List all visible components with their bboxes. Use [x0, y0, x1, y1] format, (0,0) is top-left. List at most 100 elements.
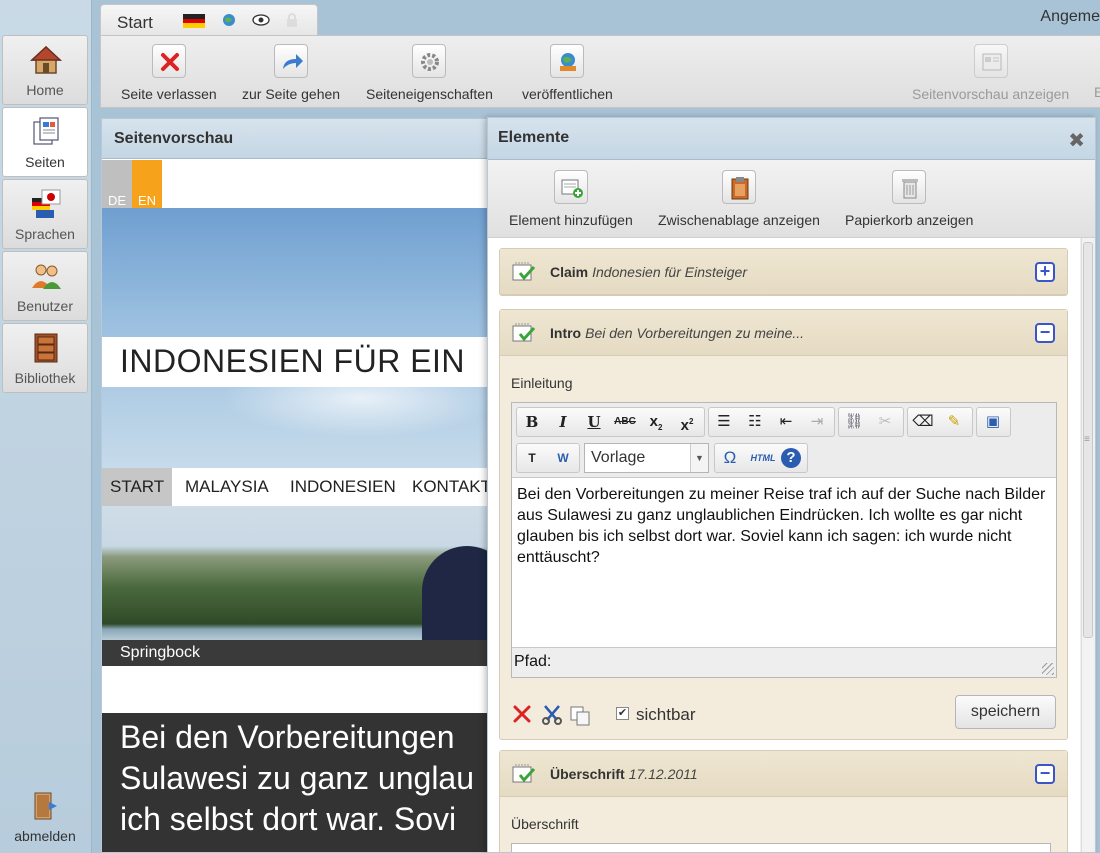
resize-handle-icon[interactable] [1042, 663, 1054, 675]
underline-icon[interactable]: U [582, 411, 606, 433]
card-title: Claim Indonesien für Einsteiger [550, 264, 747, 280]
close-icon[interactable]: ✖ [1068, 128, 1085, 153]
toolbar-truncated-label: E [1094, 84, 1100, 100]
paste-word-icon[interactable]: W [551, 447, 575, 469]
scrollbar[interactable]: ≡ [1081, 238, 1093, 852]
indent-icon[interactable]: ⇥ [805, 411, 829, 433]
subscript-icon[interactable]: x2 [644, 411, 668, 433]
copy-icon[interactable] [569, 705, 591, 727]
globe-icon[interactable] [221, 12, 237, 28]
house-icon [30, 45, 62, 74]
icon-box [274, 44, 309, 78]
german-flag-icon[interactable] [183, 14, 205, 28]
nav-item-malaysia[interactable]: MALAYSIA [177, 468, 277, 506]
save-button[interactable]: speichern [955, 695, 1056, 729]
gear-icon [421, 53, 440, 71]
paste-text-icon[interactable]: T [520, 447, 544, 469]
logout-button[interactable]: abmelden [0, 790, 90, 844]
publish-globe-icon [560, 53, 577, 71]
toolbar-button-label: Seiteneigenschaften [366, 86, 493, 102]
add-element-icon [561, 179, 583, 198]
language-de-link[interactable]: DE [102, 160, 132, 208]
card-header[interactable]: Überschrift 17.12.2011 − [500, 751, 1067, 797]
italic-icon[interactable]: I [551, 411, 575, 433]
caption-text: Springbock [120, 644, 201, 661]
format-group: B I U ABC x2 x2 [516, 407, 705, 437]
card-subtitle: 17.12.2011 [628, 766, 698, 782]
bullet-list-icon[interactable]: ☷ [743, 411, 767, 433]
editor-content[interactable]: Bei den Vorbereitungen zu meiner Reise t… [512, 477, 1056, 647]
top-toolbar: Start Angeme Seite verlassen zur Seite g… [100, 4, 1100, 108]
preview-icon [982, 53, 1002, 71]
cabinet-icon [34, 333, 58, 363]
html-source-icon[interactable]: HTML [748, 447, 778, 469]
superscript-icon[interactable]: x2 [675, 411, 699, 434]
omega-icon[interactable]: Ω [718, 447, 742, 469]
goto-arrow-icon [283, 54, 304, 69]
visible-checkbox[interactable]: ✔ [616, 707, 629, 720]
path-label: Pfad: [514, 653, 552, 670]
add-element-button[interactable]: Element hinzufügen [509, 170, 633, 228]
outdent-icon[interactable]: ⇤ [774, 411, 798, 433]
show-trash-button[interactable]: Papierkorb anzeigen [845, 170, 973, 228]
sidebar-item-seiten[interactable]: Seiten [2, 107, 88, 177]
card-header[interactable]: Claim Indonesien für Einsteiger + [500, 249, 1067, 295]
toolbar-button-label: Seitenvorschau anzeigen [912, 86, 1070, 102]
sidebar-item-label: Bibliothek [14, 370, 76, 386]
nav-item-start[interactable]: START [102, 468, 173, 506]
element-card-intro: Intro Bei den Vorbereitungen zu meine... … [499, 309, 1068, 740]
nav-item-indonesien[interactable]: INDONESIEN [282, 468, 404, 506]
close-red-icon [160, 53, 179, 71]
tab-label: Start [117, 13, 153, 32]
trash-icon [902, 179, 919, 199]
element-check-icon [512, 323, 536, 342]
link-group: ⛓ ✂ [838, 407, 904, 437]
landscape-photo [102, 506, 500, 640]
sidebar-item-home[interactable]: Home [2, 35, 88, 105]
maximize-icon[interactable]: ▣ [981, 411, 1005, 433]
cut-icon[interactable] [541, 703, 563, 725]
goto-page-button[interactable]: zur Seite gehen [242, 44, 340, 102]
page-preview-button[interactable]: Seitenvorschau anzeigen [912, 44, 1069, 102]
ueberschrift-input[interactable] [511, 843, 1051, 852]
collapse-icon[interactable]: − [1035, 764, 1055, 784]
numbered-list-icon[interactable]: ☰ [712, 411, 736, 433]
flags-icon [32, 189, 61, 218]
toolbar-button-label: Zwischenablage anzeigen [658, 212, 820, 228]
element-card-ueberschrift: Überschrift 17.12.2011 − Überschrift [499, 750, 1068, 852]
collapse-icon[interactable]: − [1035, 323, 1055, 343]
leave-page-button[interactable]: Seite verlassen [121, 44, 217, 102]
language-de-label: DE [108, 193, 127, 208]
nav-item-kontakt[interactable]: KONTAKT [404, 468, 499, 506]
sidebar-item-benutzer[interactable]: Benutzer [2, 251, 88, 321]
delete-x-icon[interactable] [511, 703, 533, 725]
page-properties-button[interactable]: Seiteneigenschaften [366, 44, 493, 102]
clipboard-icon [731, 177, 749, 200]
preview-title: Seitenvorschau [114, 130, 234, 147]
bold-icon[interactable]: B [520, 411, 544, 433]
language-en-link[interactable]: EN [132, 160, 162, 208]
unlink-icon[interactable]: ✂ [873, 411, 897, 433]
sidebar-item-sprachen[interactable]: Sprachen [2, 179, 88, 249]
icon-box [151, 44, 186, 78]
strikethrough-icon[interactable]: ABC [613, 411, 637, 433]
link-icon[interactable]: ⛓ [842, 411, 866, 433]
elements-title: Elemente [498, 129, 570, 146]
element-check-icon [512, 764, 536, 783]
icon-box [550, 44, 585, 78]
card-title: Intro Bei den Vorbereitungen zu meine... [550, 325, 804, 341]
tab-start[interactable]: Start [100, 4, 318, 36]
style-select[interactable]: Vorlage ▼ [584, 443, 709, 473]
expand-icon[interactable]: + [1035, 262, 1055, 282]
eraser-icon[interactable]: ⌫ [911, 411, 935, 433]
publish-button[interactable]: veröffentlichen [522, 44, 613, 102]
help-icon[interactable]: ? [781, 448, 801, 468]
card-subtitle: Bei den Vorbereitungen zu meine... [585, 325, 805, 341]
format-painter-icon[interactable]: ✎ [942, 411, 966, 433]
eye-icon[interactable] [252, 13, 270, 27]
show-clipboard-button[interactable]: Zwischenablage anzeigen [658, 170, 820, 228]
ueberschrift-label: Überschrift [511, 816, 579, 832]
sidebar-item-bibliothek[interactable]: Bibliothek [2, 323, 88, 393]
card-header[interactable]: Intro Bei den Vorbereitungen zu meine... … [500, 310, 1067, 356]
page-toolbar: Seite verlassen zur Seite gehen Seitenei… [100, 35, 1100, 108]
